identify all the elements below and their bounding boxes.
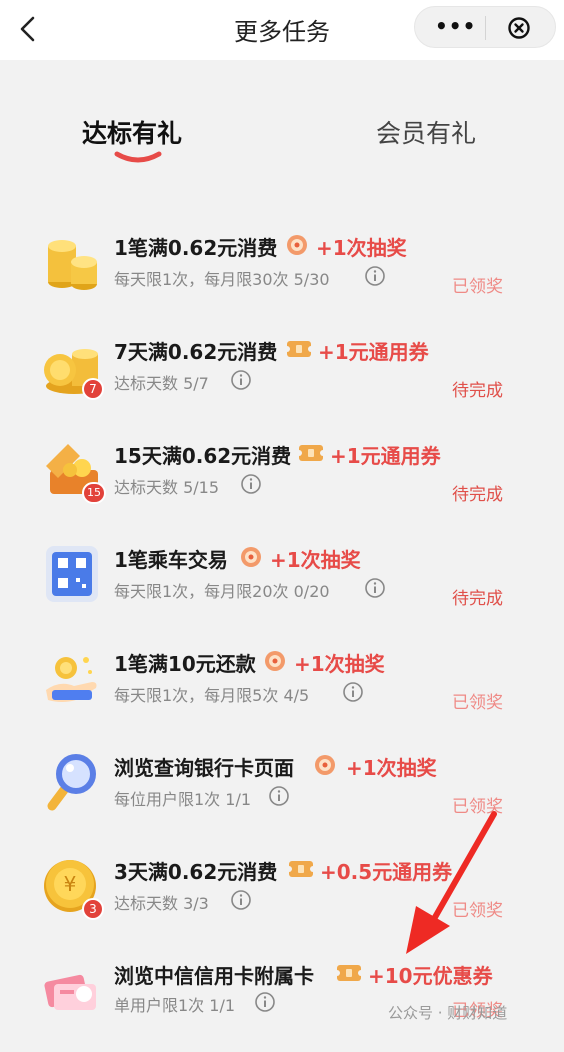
task-title: 浏览查询银行卡页面 [114,756,294,780]
task-reward: +1次抽奖 [270,548,361,572]
task-reward: +1次抽奖 [346,756,437,780]
info-icon[interactable] [268,785,290,807]
task-subtitle: 每天限1次，每月限5次 4/5 [114,686,310,705]
magnifier-icon [47,754,96,811]
task-title: 1笔满0.62元消费 [114,236,278,260]
task-title: 3天满0.62元消费 [114,860,278,884]
lottery-icon [265,651,285,671]
task-row[interactable]: 1笔满0.62元消费 +1次抽奖 每天限1次，每月限30次 5/30 已领奖 [0,220,564,324]
coupon-icon [336,965,362,981]
task-status: 待完成 [452,589,503,609]
day-count-badge: 3 [82,898,104,920]
qr-code-icon [46,546,98,602]
task-reward: +1次抽奖 [316,236,407,260]
mini-program-capsule: ••• [414,6,556,48]
task-row[interactable]: 1笔乘车交易 +1次抽奖 每天限1次，每月限20次 0/20 待完成 [0,532,564,636]
top-bar: 更多任务 ••• [0,0,564,60]
task-row[interactable]: 浏览中信信用卡附属卡 +10元优惠券 单用户限1次 1/1 已领奖 [0,948,564,1052]
coupon-icon [298,445,324,461]
coin-stack-icon [48,240,97,290]
task-subtitle: 达标天数 5/15 [114,478,220,497]
info-icon[interactable] [240,473,262,495]
info-icon[interactable] [342,681,364,703]
task-status: 待完成 [452,381,503,401]
task-reward: +1元通用券 [330,444,441,468]
task-subtitle: 达标天数 3/3 [114,894,209,913]
task-subtitle: 每位用户限1次 1/1 [114,790,252,809]
close-circle-icon[interactable] [507,16,531,40]
coupon-icon [288,861,314,877]
info-icon[interactable] [230,889,252,911]
task-status: 已领奖 [452,693,503,713]
svg-text:¥: ¥ [64,872,77,896]
day-count-badge: 7 [82,378,104,400]
task-subtitle: 每天限1次，每月限30次 5/30 [114,270,330,289]
task-reward: +1元通用券 [318,340,429,364]
task-status: 已领奖 [452,277,503,297]
more-menu-button[interactable]: ••• [435,15,475,39]
capsule-divider [485,16,486,40]
coupon-icon [286,341,312,357]
lottery-icon [287,235,307,255]
task-title: 1笔满10元还款 [114,652,256,676]
annotation-arrow-icon [406,811,497,954]
active-tab-indicator [114,151,162,163]
ellipsis-icon: ••• [435,14,477,38]
task-subtitle: 单用户限1次 1/1 [114,996,236,1015]
tab-reach-standard[interactable]: 达标有礼 [82,114,182,150]
task-title: 1笔乘车交易 [114,548,228,572]
lottery-icon [241,547,261,567]
task-subtitle: 达标天数 5/7 [114,374,209,393]
task-title: 浏览中信信用卡附属卡 [114,964,314,988]
task-status: 待完成 [452,485,503,505]
tab-member-gift[interactable]: 会员有礼 [376,114,476,150]
task-row[interactable]: 1笔满10元还款 +1次抽奖 每天限1次，每月限5次 4/5 已领奖 [0,636,564,740]
task-reward: +1次抽奖 [294,652,385,676]
info-icon[interactable] [364,577,386,599]
hand-coin-icon [46,657,97,702]
task-row[interactable]: 15 15天满0.62元消费 +1元通用券 达标天数 5/15 待完成 [0,428,564,532]
day-count-badge: 15 [82,482,106,504]
task-row[interactable]: 7 7天满0.62元消费 +1元通用券 达标天数 5/7 待完成 [0,324,564,428]
watermark: 公众号 · 财财知道 [388,1004,508,1022]
task-title: 7天满0.62元消费 [114,340,278,364]
lottery-icon [315,755,335,775]
task-reward: +10元优惠券 [368,964,493,988]
info-icon[interactable] [254,991,276,1013]
info-icon[interactable] [230,369,252,391]
task-title: 15天满0.62元消费 [114,444,292,468]
task-subtitle: 每天限1次，每月限20次 0/20 [114,582,330,601]
card-gift-icon [44,974,96,1010]
info-icon[interactable] [364,265,386,287]
